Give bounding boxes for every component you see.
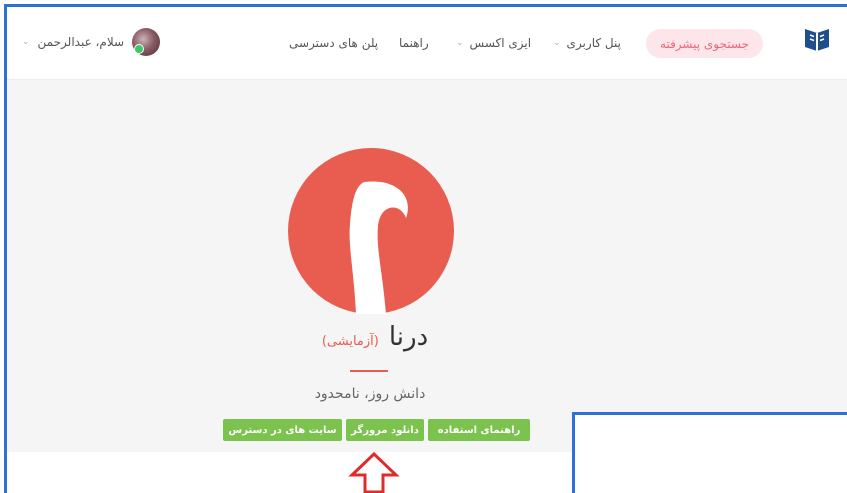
download-browser-label: دانلود مرورگر	[351, 424, 419, 436]
overlay-panel	[572, 412, 847, 493]
advanced-search-label: جستجوی پیشرفته	[660, 36, 749, 51]
nav-access-plans[interactable]: پلن های دسترسی	[289, 30, 378, 56]
online-status-dot	[134, 44, 145, 54]
frame-border-top	[4, 4, 847, 7]
nav-user-panel-label: پنل کاربری	[566, 36, 621, 50]
nav-user-panel[interactable]: پنل کاربری ⌄	[553, 30, 621, 56]
nav-easy-access[interactable]: ایزی اکسس ⌄	[456, 30, 531, 56]
user-menu[interactable]: سلام، عبدالرحمن ⌄	[22, 26, 161, 58]
user-greeting: سلام، عبدالرحمن	[37, 35, 125, 49]
available-sites-button[interactable]: سایت های در دسترس	[223, 419, 342, 441]
chevron-down-icon: ⌄	[553, 38, 561, 48]
book-logo-icon[interactable]	[802, 25, 832, 53]
frame-border-left	[4, 4, 7, 493]
nav-guide-label: راهنما	[399, 36, 429, 50]
product-subtitle: دانش روز، نامحدود	[314, 386, 426, 402]
download-browser-button[interactable]: دانلود مرورگر	[346, 419, 424, 441]
product-tag: (آزمایشی)	[321, 334, 379, 349]
nav-guide[interactable]: راهنما	[399, 30, 429, 56]
avatar[interactable]	[132, 28, 161, 56]
bird-logo-icon	[288, 148, 454, 314]
nav-easy-access-label: ایزی اکسس	[469, 36, 532, 50]
title-underline	[350, 370, 388, 372]
nav-access-plans-label: پلن های دسترسی	[289, 36, 379, 50]
guide-button[interactable]: راهنمای استفاده	[428, 419, 530, 441]
chevron-down-icon: ⌄	[22, 37, 30, 47]
chevron-down-icon: ⌄	[456, 38, 464, 48]
product-name: درنا	[388, 322, 429, 352]
available-sites-label: سایت های در دسترس	[228, 424, 337, 436]
browser-viewport: جستجوی پیشرفته پنل کاربری ⌄ ایزی اکسس ⌄ …	[0, 0, 847, 493]
advanced-search-button[interactable]: جستجوی پیشرفته	[646, 29, 763, 58]
product-title: درنا (آزمایشی)	[290, 322, 460, 362]
guide-button-label: راهنمای استفاده	[437, 424, 521, 436]
up-arrow-icon	[348, 451, 400, 493]
